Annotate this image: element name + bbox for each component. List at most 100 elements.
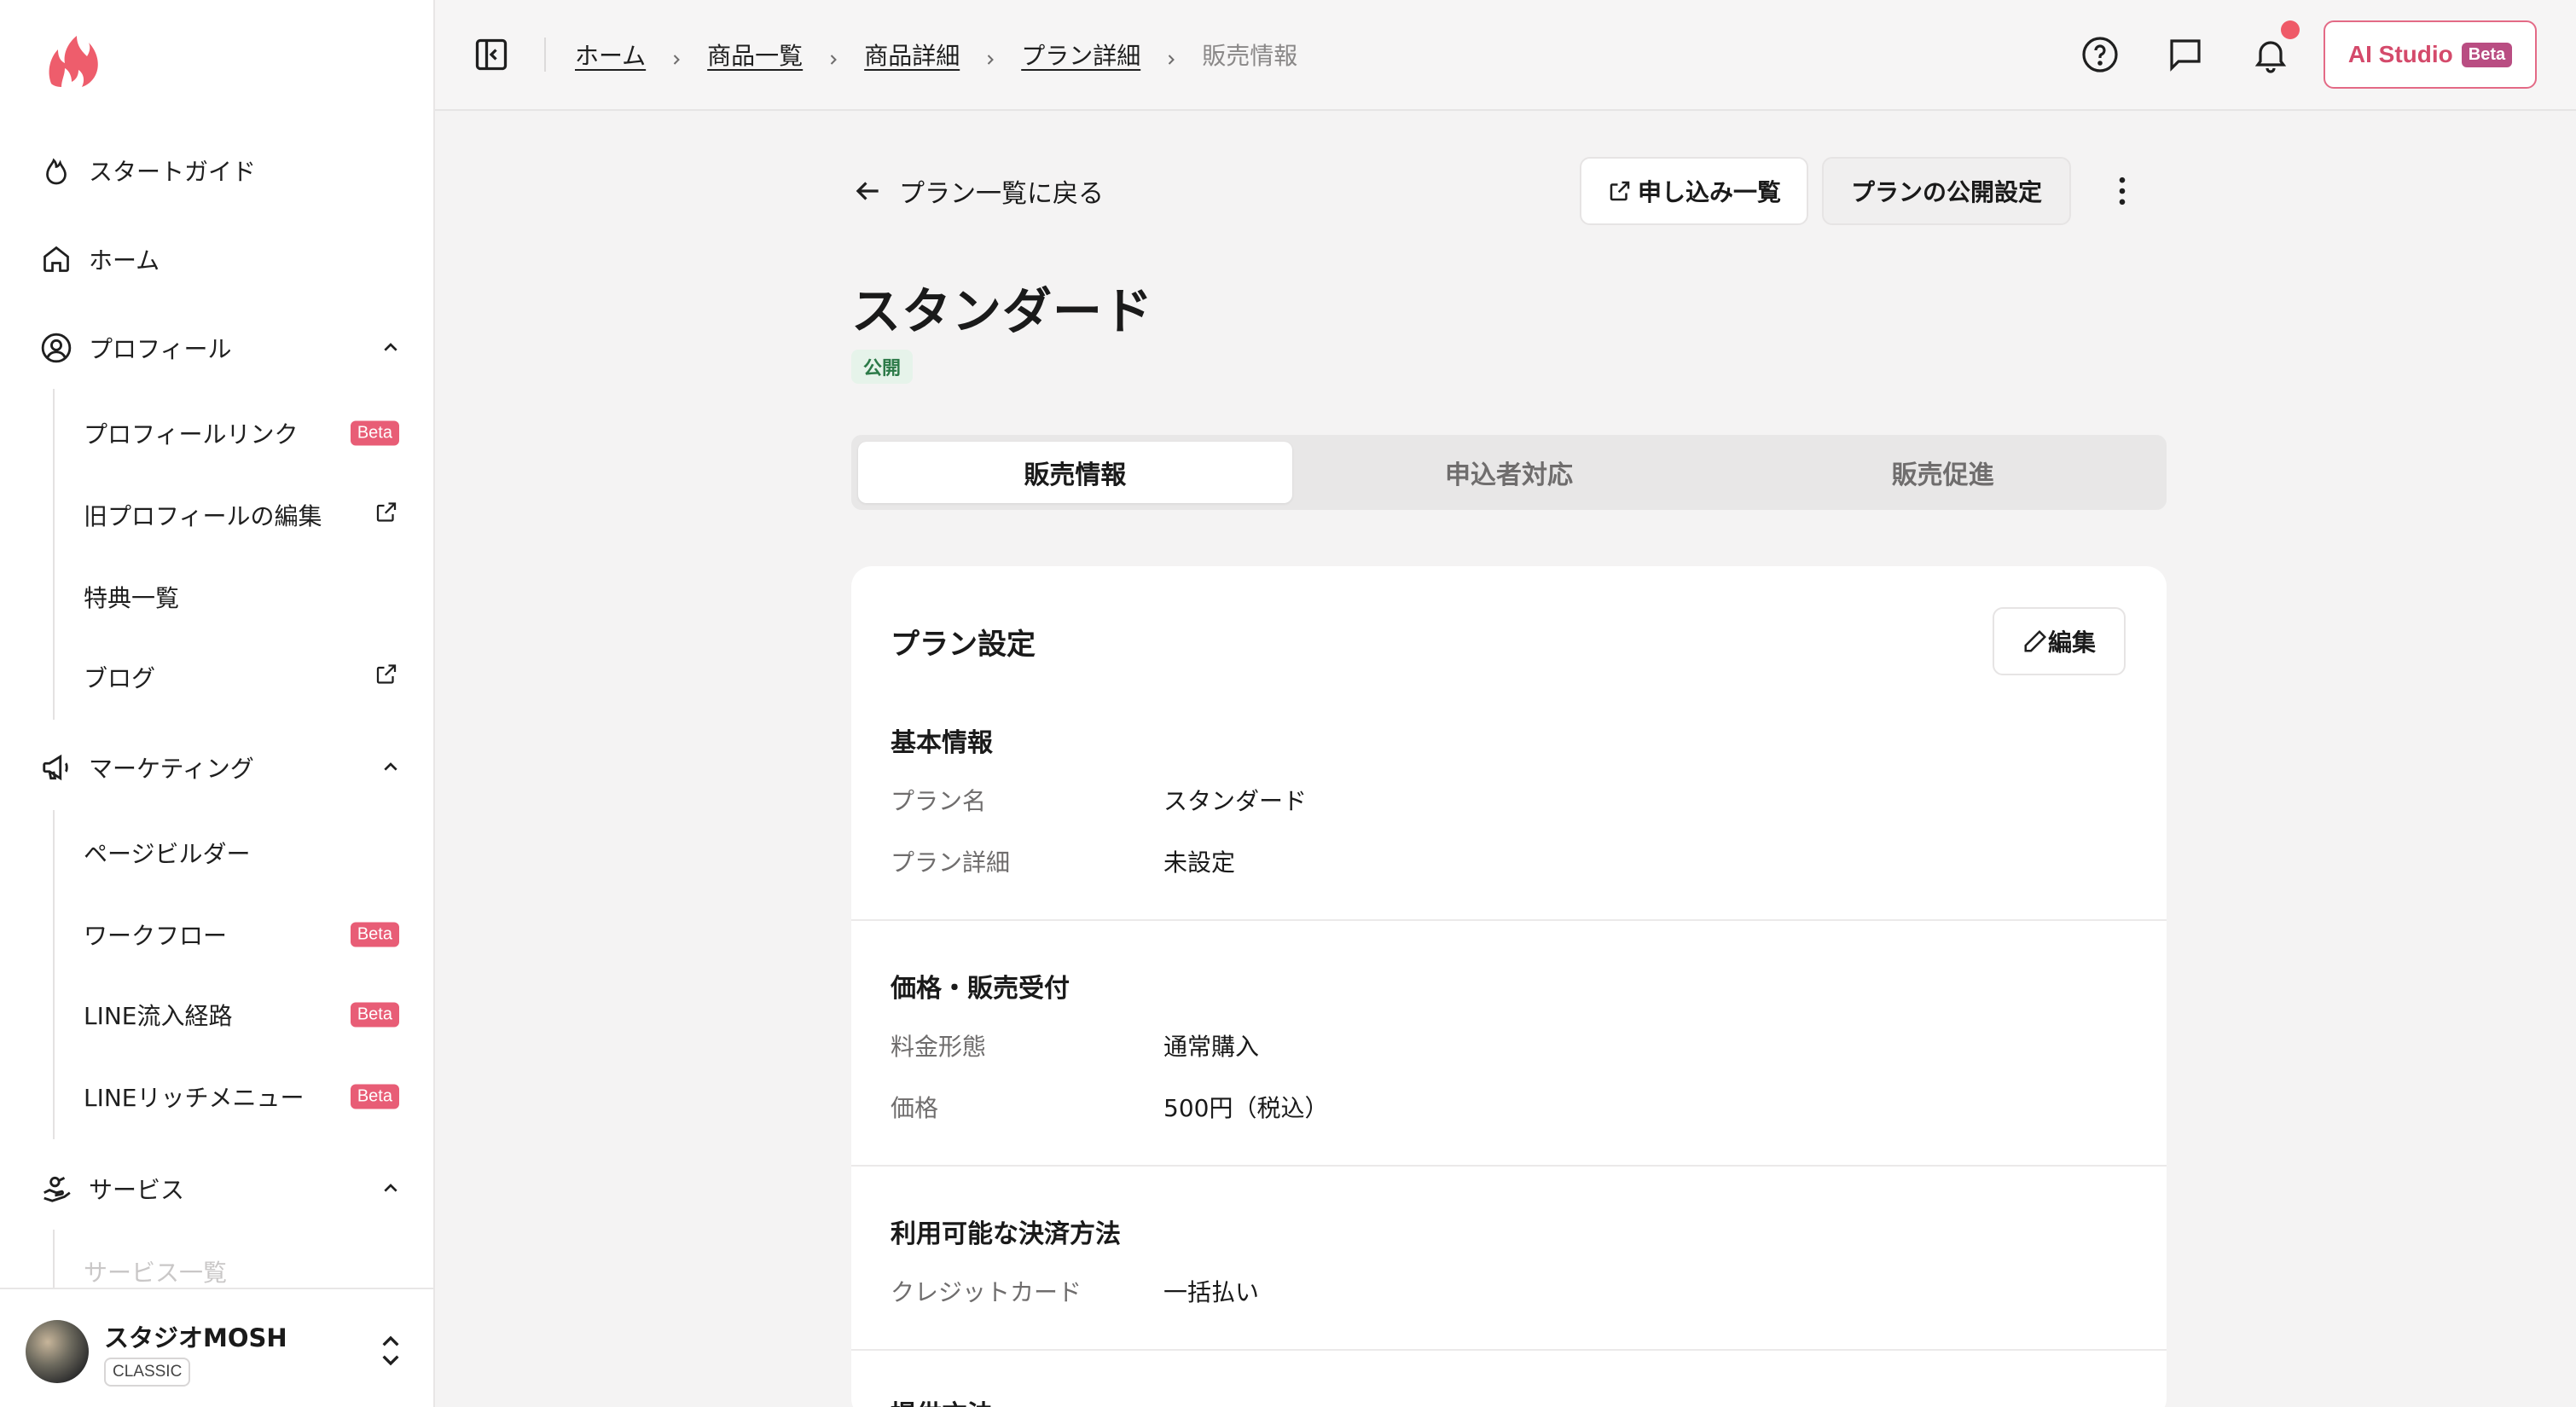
sidebar-item-profile[interactable]: プロフィール [38, 322, 404, 373]
page-title: スタンダード [851, 282, 1154, 340]
sidebar-item-label: LINEリッチメニュー [84, 1084, 305, 1112]
breadcrumb-products[interactable]: 商品一覧 [707, 38, 803, 72]
sidebar-item-blog[interactable]: ブログ [84, 651, 399, 703]
sidebar-item-label: プロフィール [89, 335, 232, 363]
section-divider [851, 1349, 2167, 1351]
megaphone-icon [38, 749, 75, 786]
field-label: プラン詳細 [891, 848, 1011, 877]
beta-badge: Beta [2461, 42, 2513, 67]
field-value: 500円（税込） [1163, 1094, 1329, 1122]
external-link-icon [374, 662, 399, 693]
chevron-right-icon [668, 46, 685, 65]
back-label: プラン一覧に戻る [899, 179, 1104, 209]
sidebar: スタートガイド ホーム プロフィール プロフィールリンク Beta 旧プロフィー… [0, 0, 435, 1407]
card-title: プラン設定 [891, 628, 1036, 662]
chevron-up-icon [377, 754, 404, 781]
account-name: スタジオMOSH [104, 1323, 287, 1352]
sidebar-item-label: ホーム [89, 246, 160, 275]
sidebar-item-line-inflow[interactable]: LINE流入経路 Beta [84, 989, 399, 1040]
plan-publish-settings-button[interactable]: プランの公開設定 [1822, 157, 2071, 225]
chevron-right-icon [982, 46, 999, 65]
tab-bar: 販売情報 申込者対応 販売促進 [851, 435, 2167, 510]
sidebar-item-home[interactable]: ホーム [38, 234, 404, 285]
sidebar-item-label: ページビルダー [84, 840, 251, 868]
sidebar-item-label: マーケティング [89, 755, 254, 783]
chevron-up-icon [377, 1175, 404, 1202]
status-badge: 公開 [851, 350, 914, 384]
chevron-up-icon [377, 334, 404, 362]
user-circle-icon [38, 329, 75, 367]
more-options-icon[interactable] [2103, 172, 2141, 210]
hand-service-icon [38, 1170, 75, 1207]
chevron-up-down-icon[interactable] [374, 1332, 408, 1369]
sidebar-item-page-builder[interactable]: ページビルダー [84, 827, 399, 878]
topbar-divider [544, 38, 546, 72]
topbar: ホーム 商品一覧 商品詳細 プラン詳細 販売情報 AI Studio Beta [435, 0, 2576, 111]
applications-list-button[interactable]: 申し込み一覧 [1580, 157, 1808, 225]
sidebar-item-label: LINE流入経路 [84, 1002, 233, 1030]
brand-logo-icon[interactable] [43, 31, 104, 92]
account-plan-badge: CLASSIC [104, 1358, 191, 1387]
external-link-icon [1610, 181, 1630, 201]
notification-dot [2281, 20, 2300, 39]
section-divider [851, 1165, 2167, 1167]
field-label: プラン名 [891, 787, 987, 815]
field-label: 価格 [891, 1094, 939, 1122]
sidebar-sub-line [53, 389, 55, 720]
breadcrumb-current: 販売情報 [1202, 42, 1298, 70]
tab-sales-info[interactable]: 販売情報 [858, 442, 1292, 503]
plan-settings-card: プラン設定 編集 基本情報 プラン名 スタンダード プラン詳細 未設定 価格・販… [851, 566, 2167, 1407]
breadcrumb-plan-detail[interactable]: プラン詳細 [1021, 38, 1140, 72]
ai-studio-button[interactable]: AI Studio Beta [2324, 20, 2537, 89]
edit-button[interactable]: 編集 [1993, 607, 2126, 675]
applications-list-label: 申し込み一覧 [1637, 178, 1781, 206]
sidebar-item-label: ブログ [84, 664, 156, 692]
sidebar-item-label: スタートガイド [89, 158, 257, 186]
sidebar-collapse-icon[interactable] [473, 36, 510, 73]
section-title-price: 価格・販売受付 [891, 974, 1070, 1004]
pencil-icon [2024, 629, 2047, 652]
field-label: 料金形態 [891, 1033, 987, 1061]
section-title-delivery: 提供方法 [891, 1393, 993, 1407]
field-value: 通常購入 [1163, 1033, 1260, 1061]
avatar [26, 1320, 89, 1383]
sidebar-sub-line [53, 1230, 55, 1288]
tab-applicant-handling[interactable]: 申込者対応 [1292, 442, 1726, 503]
breadcrumb-home[interactable]: ホーム [575, 38, 646, 72]
sidebar-item-workflow[interactable]: ワークフロー Beta [84, 909, 399, 960]
help-icon[interactable] [2080, 34, 2121, 75]
sidebar-item-label: サービス [89, 1176, 185, 1204]
chevron-right-icon [1163, 46, 1180, 65]
breadcrumb: ホーム 商品一覧 商品詳細 プラン詳細 販売情報 [575, 34, 1297, 75]
sidebar-item-label: 特典一覧 [84, 584, 180, 612]
sidebar-sub-line [53, 810, 55, 1139]
sidebar-item-service-list[interactable]: サービス一覧 [84, 1250, 399, 1293]
sidebar-item-benefits[interactable]: 特典一覧 [84, 571, 399, 622]
sidebar-item-marketing[interactable]: マーケティング [38, 742, 404, 793]
plan-publish-settings-label: プランの公開設定 [1850, 178, 2042, 206]
sidebar-item-start-guide[interactable]: スタートガイド [38, 145, 404, 196]
beta-badge: Beta [350, 420, 399, 446]
field-label: クレジットカード [891, 1278, 1082, 1306]
sidebar-item-label: ワークフロー [84, 922, 228, 950]
home-icon [38, 240, 75, 278]
ai-studio-label: AI Studio [2347, 41, 2453, 67]
sidebar-item-line-rich-menu[interactable]: LINEリッチメニュー Beta [84, 1071, 399, 1122]
flame-icon [38, 152, 75, 189]
external-link-icon [374, 500, 399, 531]
back-to-plans-link[interactable]: プラン一覧に戻る [851, 169, 1104, 213]
edit-label: 編集 [2047, 628, 2096, 657]
sidebar-item-profile-link[interactable]: プロフィールリンク Beta [84, 408, 399, 459]
arrow-left-icon [856, 182, 879, 200]
field-value: 一括払い [1163, 1278, 1260, 1306]
account-switcher[interactable]: スタジオMOSH CLASSIC [0, 1288, 433, 1407]
chat-icon[interactable] [2165, 34, 2206, 75]
sidebar-item-service[interactable]: サービス [38, 1163, 404, 1214]
breadcrumb-product-detail[interactable]: 商品詳細 [864, 38, 960, 72]
sidebar-item-legacy-profile-edit[interactable]: 旧プロフィールの編集 [84, 489, 399, 541]
tab-sales-promotion[interactable]: 販売促進 [1726, 442, 2160, 503]
section-title-basic: 基本情報 [891, 728, 993, 758]
bell-icon[interactable] [2250, 34, 2291, 75]
beta-badge: Beta [350, 922, 399, 947]
chevron-right-icon [825, 46, 842, 65]
